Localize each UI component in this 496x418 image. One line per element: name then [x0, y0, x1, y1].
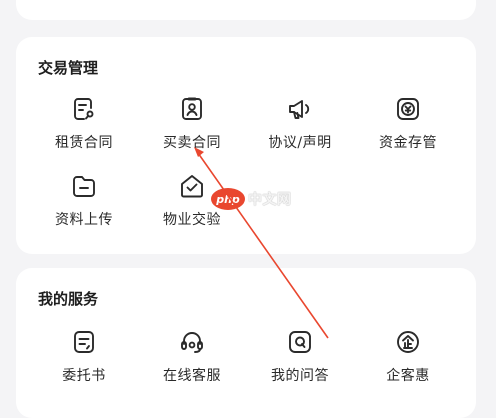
previous-section-card	[16, 0, 476, 20]
enterprise-benefit-item[interactable]: 企客惠	[360, 328, 456, 390]
lease-contract-item[interactable]: 租赁合同	[36, 95, 132, 157]
online-service-item[interactable]: 在线客服	[144, 328, 240, 390]
document-upload-item[interactable]: 资料上传	[36, 172, 132, 234]
fund-custody-item[interactable]: 资金存管	[360, 95, 456, 157]
online-service-label: 在线客服	[163, 368, 221, 384]
sale-contract-label: 买卖合同	[163, 135, 221, 151]
agreement-statement-item[interactable]: 协议/声明	[252, 95, 348, 157]
sale-contract-icon	[178, 95, 206, 123]
lease-contract-label: 租赁合同	[55, 135, 113, 151]
lease-contract-icon	[70, 95, 98, 123]
service-section-title: 我的服务	[38, 290, 99, 308]
fund-custody-icon	[394, 95, 422, 123]
fund-custody-label: 资金存管	[379, 135, 437, 151]
agreement-statement-label: 协议/声明	[268, 135, 332, 151]
qa-icon	[286, 328, 314, 356]
trade-section-title: 交易管理	[38, 59, 99, 77]
folder-upload-icon	[70, 172, 98, 200]
document-upload-label: 资料上传	[55, 212, 113, 228]
entrust-letter-item[interactable]: 委托书	[36, 328, 132, 390]
sale-contract-item[interactable]: 买卖合同	[144, 95, 240, 157]
property-inspection-label: 物业交验	[163, 212, 221, 228]
headset-icon	[178, 328, 206, 356]
php-watermark: php 中文网	[211, 186, 292, 212]
enterprise-benefit-icon	[394, 328, 422, 356]
my-qa-label: 我的问答	[271, 368, 329, 384]
announcement-icon	[286, 95, 314, 123]
my-services-card: 我的服务 委托书 在线客服 我的问答 企客惠	[16, 268, 476, 418]
enterprise-benefit-label: 企客惠	[386, 368, 430, 384]
house-check-icon	[178, 172, 206, 200]
php-logo: php	[211, 188, 245, 210]
my-qa-item[interactable]: 我的问答	[252, 328, 348, 390]
php-watermark-text: 中文网	[248, 192, 292, 208]
entrust-icon	[70, 328, 98, 356]
entrust-letter-label: 委托书	[62, 368, 106, 384]
trade-management-card: 交易管理 租赁合同 买卖合同 协议/声明 资金存管 资料上传 物业交验	[16, 37, 476, 254]
